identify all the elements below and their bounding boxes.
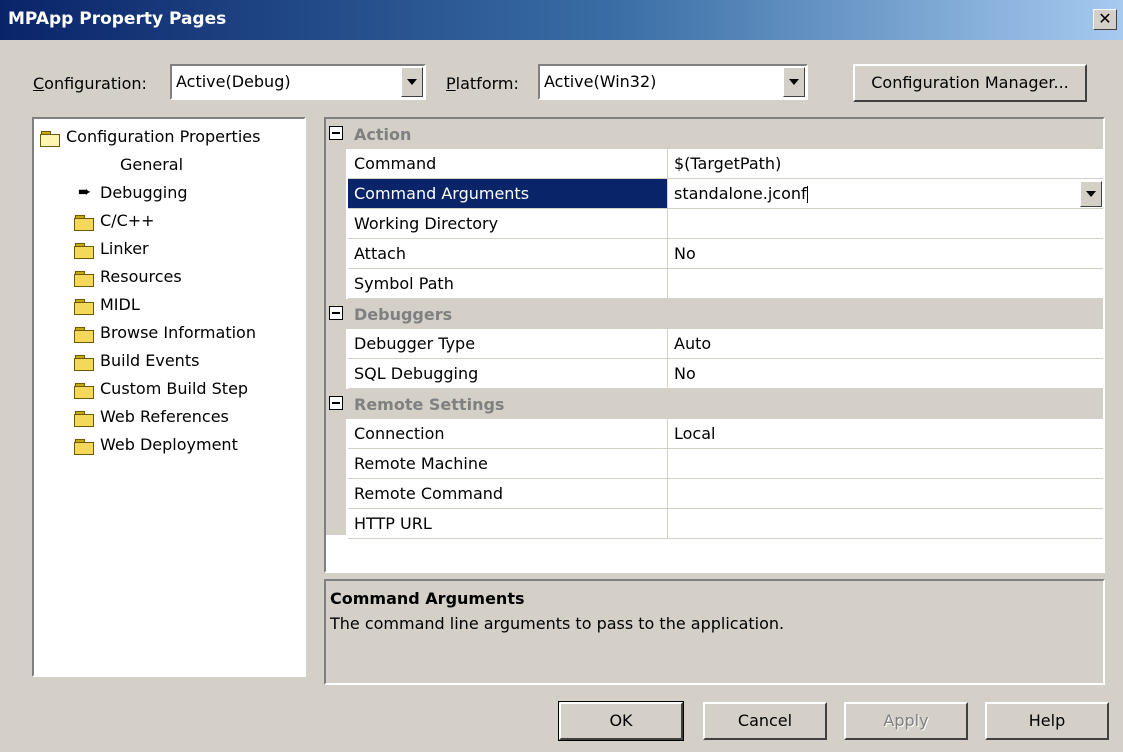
platform-dropdown-button[interactable]: [783, 67, 805, 97]
help-label: Help: [1028, 711, 1066, 730]
property-value[interactable]: Local: [668, 419, 1103, 449]
description-title: Command Arguments: [330, 589, 525, 608]
tree-item-label: Custom Build Step: [100, 379, 249, 398]
property-value[interactable]: No: [668, 359, 1103, 389]
configuration-label: Configuration:: [33, 74, 147, 93]
tree-item-label: General: [120, 155, 184, 174]
property-value: standalone.jconf: [674, 184, 807, 203]
property-row[interactable]: Symbol Path: [326, 269, 1103, 299]
configuration-dropdown-button[interactable]: [401, 67, 423, 97]
property-row[interactable]: HTTP URL: [326, 509, 1103, 539]
category-remote-settings[interactable]: Remote Settings: [326, 389, 1103, 419]
property-value[interactable]: [668, 509, 1103, 539]
property-tree[interactable]: Configuration Properties General ➨ Debug…: [32, 117, 306, 677]
collapse-icon[interactable]: [329, 306, 343, 320]
description-text: The command line arguments to pass to th…: [330, 614, 785, 633]
property-name: Working Directory: [348, 209, 668, 239]
tree-item-label: MIDL: [100, 295, 140, 314]
tree-item-label: C/C++: [100, 211, 155, 230]
category-label: Debuggers: [354, 305, 453, 324]
property-name: Remote Command: [348, 479, 668, 509]
configuration-dropdown[interactable]: Active(Debug): [170, 64, 426, 100]
chevron-down-icon: [789, 79, 799, 85]
folder-icon: [74, 355, 94, 371]
property-value[interactable]: [668, 209, 1103, 239]
folder-icon: [74, 327, 94, 343]
platform-dropdown[interactable]: Active(Win32): [538, 64, 808, 100]
property-value[interactable]: $(TargetPath): [668, 149, 1103, 179]
title-bar: MPApp Property Pages ✕: [0, 0, 1123, 40]
folder-icon: [74, 411, 94, 427]
help-button[interactable]: Help: [985, 702, 1109, 740]
folder-icon: [74, 271, 94, 287]
property-value[interactable]: Auto: [668, 329, 1103, 359]
property-name: Connection: [348, 419, 668, 449]
chevron-down-icon: [1086, 191, 1096, 197]
cancel-label: Cancel: [737, 711, 793, 730]
value-dropdown-button[interactable]: [1080, 181, 1102, 207]
tree-item-label: Configuration Properties: [66, 127, 261, 146]
property-row[interactable]: Attach No: [326, 239, 1103, 269]
property-row[interactable]: Working Directory: [326, 209, 1103, 239]
property-value[interactable]: [668, 269, 1103, 299]
close-button[interactable]: ✕: [1093, 9, 1117, 30]
open-folder-icon: [40, 131, 60, 147]
tree-item-label: Web References: [100, 407, 229, 426]
property-row[interactable]: SQL Debugging No: [326, 359, 1103, 389]
category-debuggers[interactable]: Debuggers: [326, 299, 1103, 329]
close-icon: ✕: [1098, 9, 1112, 28]
property-name: SQL Debugging: [348, 359, 668, 389]
category-label: Remote Settings: [354, 395, 505, 414]
configuration-manager-button[interactable]: Configuration Manager...: [853, 64, 1087, 102]
property-value[interactable]: [668, 479, 1103, 509]
property-name: Attach: [348, 239, 668, 269]
ok-button[interactable]: OK: [558, 701, 684, 741]
tree-item-label: Resources: [100, 267, 182, 286]
apply-button: Apply: [844, 702, 968, 740]
chevron-down-icon: [407, 79, 417, 85]
category-label: Action: [354, 125, 412, 144]
property-name: Symbol Path: [348, 269, 668, 299]
configuration-value: Active(Debug): [176, 72, 291, 91]
folder-icon: [74, 383, 94, 399]
folder-icon: [74, 243, 94, 259]
window-title: MPApp Property Pages: [8, 9, 227, 29]
property-row-selected[interactable]: Command Arguments standalone.jconf: [326, 179, 1103, 209]
property-row[interactable]: Command $(TargetPath): [326, 149, 1103, 179]
tree-item-label: Linker: [100, 239, 149, 258]
tree-item-label: Browse Information: [100, 323, 256, 342]
property-name: Remote Machine: [348, 449, 668, 479]
tree-item-label: Build Events: [100, 351, 200, 370]
apply-label: Apply: [883, 711, 929, 730]
cancel-button[interactable]: Cancel: [703, 702, 827, 740]
ok-label: OK: [609, 711, 633, 730]
platform-value: Active(Win32): [544, 72, 657, 91]
arrow-icon: ➨: [78, 182, 92, 201]
collapse-icon[interactable]: [329, 126, 343, 140]
property-row[interactable]: Remote Machine: [326, 449, 1103, 479]
property-value[interactable]: [668, 449, 1103, 479]
platform-label: Platform:: [446, 74, 519, 93]
folder-icon: [74, 439, 94, 455]
folder-icon: [74, 299, 94, 315]
property-grid[interactable]: Action Command $(TargetPath) Command Arg…: [324, 117, 1105, 573]
category-action[interactable]: Action: [326, 119, 1103, 149]
tree-item-label: Debugging: [100, 183, 188, 202]
command-arguments-input[interactable]: standalone.jconf: [668, 179, 1103, 209]
folder-icon: [74, 215, 94, 231]
property-name: Debugger Type: [348, 329, 668, 359]
property-value[interactable]: No: [668, 239, 1103, 269]
tree-item-label: Web Deployment: [100, 435, 238, 454]
property-name: Command: [348, 149, 668, 179]
collapse-icon[interactable]: [329, 396, 343, 410]
text-caret: [806, 186, 808, 203]
property-row[interactable]: Connection Local: [326, 419, 1103, 449]
configuration-manager-label: Configuration Manager...: [871, 73, 1069, 92]
property-row[interactable]: Remote Command: [326, 479, 1103, 509]
property-name: HTTP URL: [348, 509, 668, 539]
description-panel: Command Arguments The command line argum…: [324, 579, 1105, 685]
property-row[interactable]: Debugger Type Auto: [326, 329, 1103, 359]
property-name: Command Arguments: [348, 179, 668, 209]
